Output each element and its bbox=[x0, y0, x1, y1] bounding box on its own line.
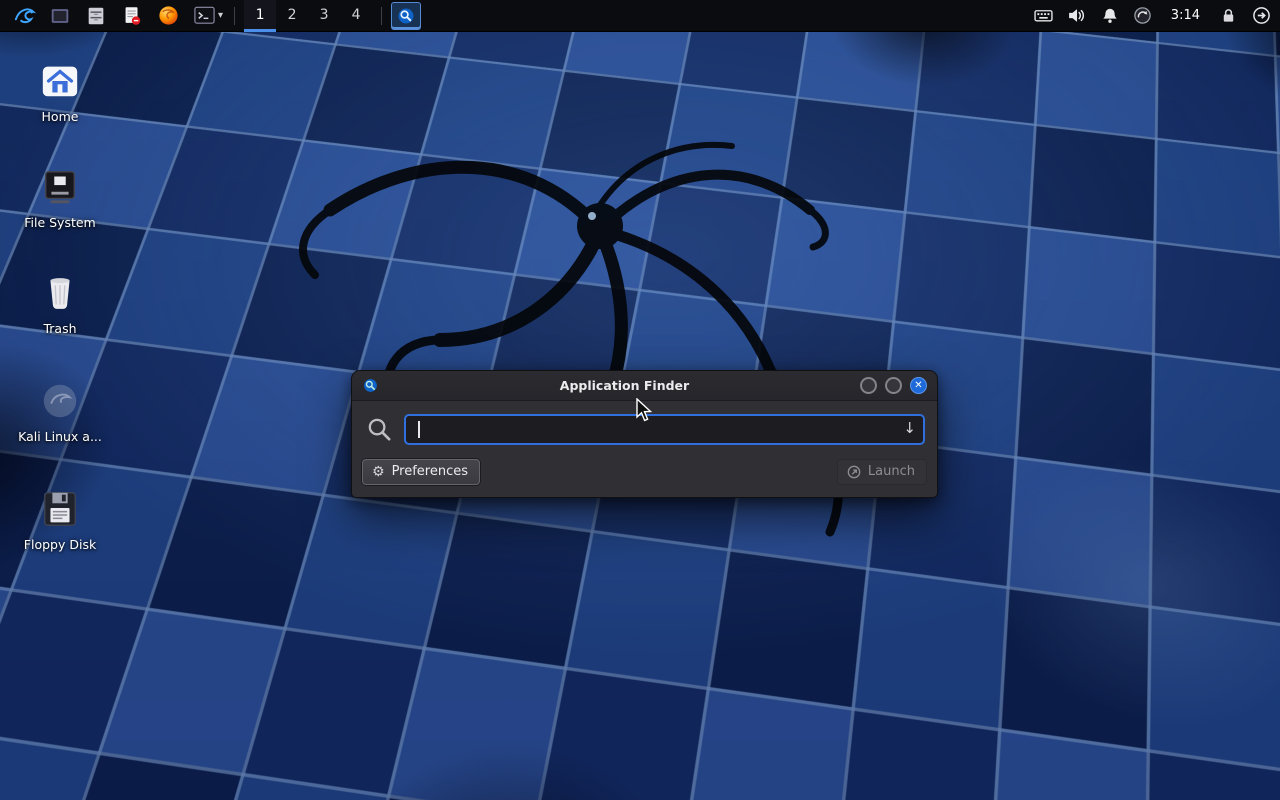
desktop-icon-kali-docs[interactable]: Kali Linux a... bbox=[12, 376, 108, 444]
preferences-button[interactable]: ⚙ Preferences bbox=[362, 459, 480, 485]
close-button[interactable]: ✕ bbox=[910, 377, 927, 394]
desktop-icon-home[interactable]: Home bbox=[12, 56, 108, 124]
firefox-icon[interactable] bbox=[154, 2, 182, 30]
volume-icon[interactable] bbox=[1064, 2, 1090, 30]
search-icon bbox=[366, 416, 393, 443]
launch-button[interactable]: Launch bbox=[837, 459, 927, 485]
home-icon bbox=[12, 56, 108, 102]
kali-menu-icon[interactable] bbox=[10, 2, 38, 30]
desktop-icon-label: Trash bbox=[12, 321, 108, 336]
floppy-icon bbox=[12, 484, 108, 530]
file-manager-icon[interactable] bbox=[82, 2, 110, 30]
search-row: ↓ bbox=[352, 401, 937, 452]
filesystem-icon bbox=[12, 162, 108, 208]
maximize-button[interactable] bbox=[885, 377, 902, 394]
search-input[interactable] bbox=[404, 414, 925, 445]
desktop-icon-label: File System bbox=[12, 215, 108, 230]
launch-label: Launch bbox=[868, 464, 915, 479]
text-caret bbox=[418, 421, 420, 438]
logout-icon[interactable] bbox=[1248, 2, 1274, 30]
window-buttons: ✕ bbox=[860, 377, 927, 394]
terminal-icon[interactable] bbox=[190, 2, 218, 30]
taskbar-app-finder-icon[interactable] bbox=[391, 2, 421, 30]
panel-separator bbox=[381, 7, 382, 25]
button-row: ⚙ Preferences Launch bbox=[352, 452, 937, 497]
titlebar[interactable]: Application Finder ✕ bbox=[352, 371, 937, 401]
updates-orb-icon[interactable] bbox=[1130, 2, 1156, 30]
search-input-wrap: ↓ bbox=[404, 414, 925, 445]
desktop-icon-label: Home bbox=[12, 109, 108, 124]
keyboard-indicator-icon[interactable] bbox=[1031, 2, 1057, 30]
desktop-icon-label: Floppy Disk bbox=[12, 537, 108, 552]
window-title: Application Finder bbox=[412, 378, 837, 393]
application-finder-window: Application Finder ✕ ↓ ⚙ Preferences bbox=[351, 370, 938, 498]
workspace-4[interactable]: 4 bbox=[340, 0, 372, 32]
panel-separator bbox=[234, 7, 235, 25]
window-launcher-icon[interactable] bbox=[46, 2, 74, 30]
terminal-dropdown-chevron-icon[interactable]: ▾ bbox=[218, 10, 223, 21]
desktop-icon-floppy[interactable]: Floppy Disk bbox=[12, 484, 108, 552]
workspace-2[interactable]: 2 bbox=[276, 0, 308, 32]
desktop-icon-filesystem[interactable]: File System bbox=[12, 162, 108, 230]
text-editor-icon[interactable] bbox=[118, 2, 146, 30]
desktop-icon-label: Kali Linux a... bbox=[12, 429, 108, 444]
app-finder-window-icon bbox=[362, 377, 379, 394]
notifications-bell-icon[interactable] bbox=[1097, 2, 1123, 30]
history-dropdown-arrow-icon[interactable]: ↓ bbox=[903, 419, 916, 437]
trash-icon bbox=[12, 268, 108, 314]
clock[interactable]: 3:14 bbox=[1163, 0, 1208, 32]
minimize-button[interactable] bbox=[860, 377, 877, 394]
kali-docs-icon bbox=[12, 376, 108, 422]
gear-icon: ⚙ bbox=[372, 465, 385, 479]
lock-icon[interactable] bbox=[1215, 2, 1241, 30]
launch-icon bbox=[847, 465, 861, 479]
workspace-1[interactable]: 1 bbox=[244, 0, 276, 32]
workspace-3[interactable]: 3 bbox=[308, 0, 340, 32]
desktop-icon-trash[interactable]: Trash bbox=[12, 268, 108, 336]
system-tray: 3:14 bbox=[1031, 0, 1274, 32]
preferences-label: Preferences bbox=[392, 464, 468, 479]
top-panel: ▾ 1 2 3 4 bbox=[0, 0, 1280, 32]
